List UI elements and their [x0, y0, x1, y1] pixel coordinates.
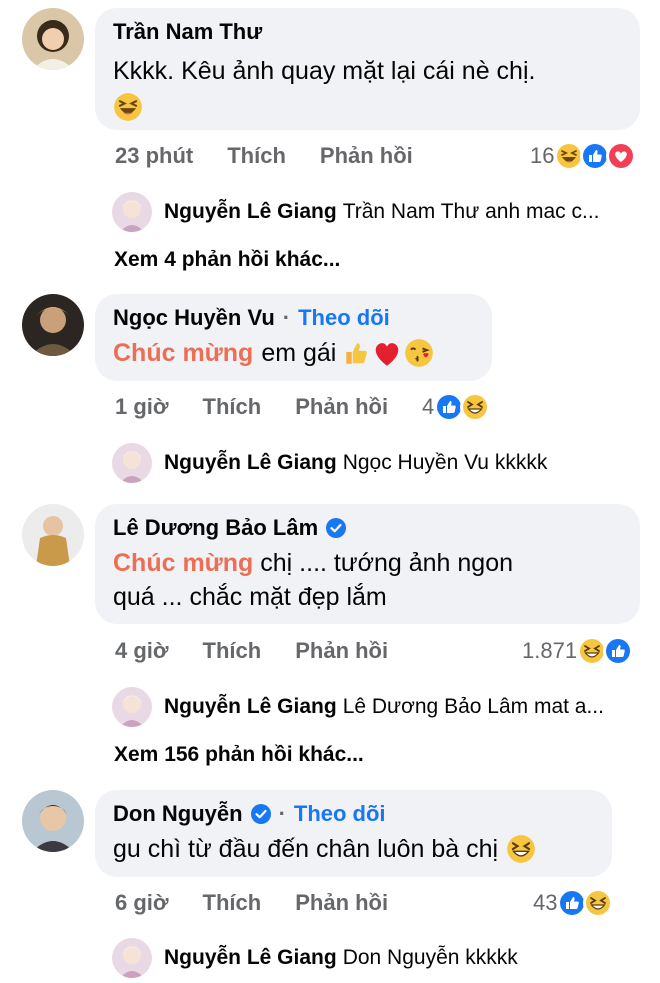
like-button[interactable]: Thích — [203, 890, 262, 916]
verified-badge-icon — [250, 804, 271, 824]
comment-bubble: Ngọc Huyền Vu · Theo dõi Chúc mừng em gá… — [95, 294, 492, 381]
follow-button[interactable]: Theo dõi — [294, 800, 386, 828]
comment-bubble: Lê Dương Bảo Lâm Chúc mừng chị .... tướn… — [95, 504, 640, 624]
haha-reaction-icon — [583, 888, 614, 918]
comment-time[interactable]: 4 giờ — [115, 638, 169, 664]
reply-text: Lê Dương Bảo Lâm mat a... — [342, 695, 604, 718]
reaction-count: 4 — [422, 394, 435, 419]
avatar[interactable] — [22, 504, 84, 566]
reply-preview[interactable]: Nguyễn Lê Giang Ngọc Huyền Vu kkkkk — [112, 443, 547, 483]
comment-bubble: Trần Nam Thư Kkkk. Kêu ảnh quay mặt lại … — [95, 8, 640, 130]
reaction-count: 43 — [533, 890, 558, 915]
like-button[interactable]: Thích — [203, 638, 262, 664]
comment-author-row: Don Nguyễn · Theo dõi — [113, 800, 386, 828]
reply-author[interactable]: Nguyễn Lê Giang — [164, 946, 337, 970]
comment-time[interactable]: 1 giờ — [115, 394, 169, 420]
comment-bubble: Don Nguyễn · Theo dõi gu chì từ đầu đến … — [95, 790, 612, 877]
like-reaction-icon — [603, 636, 634, 666]
reply-author[interactable]: Nguyễn Lê Giang — [164, 451, 337, 475]
reply-button[interactable]: Phản hồi — [295, 638, 388, 664]
reaction-summary[interactable]: 1.871 — [522, 636, 634, 666]
heart-emoji-icon — [376, 343, 399, 366]
kiss-emoji-icon — [405, 339, 434, 367]
comment-actions: 6 giờ Thích Phản hồi — [115, 888, 422, 918]
comment-author-row: Ngọc Huyền Vu · Theo dõi — [113, 304, 390, 332]
highlight-text: Chúc mừng — [113, 339, 254, 367]
comment-actions: 23 phút Thích Phản hồi — [115, 141, 447, 171]
reaction-summary[interactable]: 4 — [422, 392, 491, 422]
comment-author[interactable]: Trần Nam Thư — [113, 18, 622, 46]
avatar[interactable] — [22, 8, 84, 70]
avatar — [112, 687, 152, 727]
comment-text: Chúc mừng em gái — [113, 336, 474, 370]
reaction-summary[interactable]: 43 — [533, 888, 614, 918]
comment-actions: 1 giờ Thích Phản hồi — [115, 392, 422, 422]
like-button[interactable]: Thích — [227, 143, 286, 169]
reaction-count: 1.871 — [522, 638, 578, 663]
avatar — [112, 192, 152, 232]
avatar[interactable] — [22, 294, 84, 356]
follow-button[interactable]: Theo dõi — [298, 304, 390, 332]
reply-preview[interactable]: Nguyễn Lê Giang Trần Nam Thư anh mac c..… — [112, 192, 600, 232]
reply-preview[interactable]: Nguyễn Lê Giang Don Nguyễn kkkkk — [112, 938, 518, 978]
reply-author[interactable]: Nguyễn Lê Giang — [164, 695, 337, 719]
reply-text: Ngọc Huyền Vu kkkkk — [342, 451, 548, 474]
comment-text: gu chì từ đầu đến chân luôn bà chị — [113, 832, 594, 866]
reply-preview[interactable]: Nguyễn Lê Giang Lê Dương Bảo Lâm mat a..… — [112, 687, 604, 727]
thumbs-up-emoji-icon — [346, 343, 368, 364]
comment-text: Chúc mừng chị .... tướng ảnh ngon quá ..… — [113, 549, 514, 611]
comment-author[interactable]: Lê Dương Bảo Lâm — [113, 514, 318, 542]
avatar — [112, 443, 152, 483]
reply-text: Trần Nam Thư anh mac c... — [342, 200, 600, 223]
reaction-summary[interactable]: 16 — [530, 141, 637, 171]
reply-button[interactable]: Phản hồi — [295, 394, 388, 420]
avatar[interactable] — [22, 790, 84, 852]
comment-text: Kkkk. Kêu ảnh quay mặt lại cái nè chị. — [113, 57, 536, 85]
comment-author[interactable]: Ngọc Huyền Vu — [113, 304, 275, 332]
reply-author[interactable]: Nguyễn Lê Giang — [164, 200, 337, 224]
laughing-emoji-icon — [506, 834, 536, 864]
comment-time[interactable]: 6 giờ — [115, 890, 169, 916]
reply-text: Don Nguyễn kkkkk — [342, 946, 518, 969]
like-button[interactable]: Thích — [203, 394, 262, 420]
reply-button[interactable]: Phản hồi — [295, 890, 388, 916]
haha-reaction-icon — [460, 392, 491, 422]
view-more-replies-link[interactable]: Xem 156 phản hồi khác... — [114, 743, 364, 767]
highlight-text: Chúc mừng — [113, 549, 254, 577]
comment-author-row: Lê Dương Bảo Lâm — [113, 514, 622, 542]
love-reaction-icon — [606, 141, 637, 171]
verified-badge-icon — [326, 518, 347, 538]
reaction-count: 16 — [530, 143, 555, 168]
comment-author[interactable]: Don Nguyễn — [113, 800, 243, 828]
view-more-replies-link[interactable]: Xem 4 phản hồi khác... — [114, 248, 340, 272]
comment-time[interactable]: 23 phút — [115, 143, 193, 169]
avatar — [112, 938, 152, 978]
laughing-emoji-icon — [113, 92, 143, 122]
comment-actions: 4 giờ Thích Phản hồi — [115, 636, 422, 666]
reply-button[interactable]: Phản hồi — [320, 143, 413, 169]
